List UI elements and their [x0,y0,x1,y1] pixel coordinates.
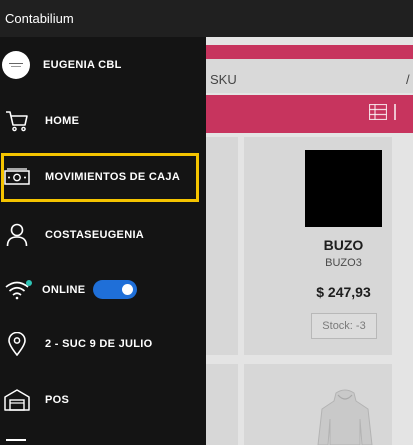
stock-badge[interactable]: Stock: -3 [311,313,377,339]
sidebar-item-user-account[interactable]: COSTASEUGENIA [0,222,206,248]
search-caret-glyph: / [406,72,410,87]
sidebar-item-branch[interactable]: 2 - SUC 9 DE JULIO [0,331,206,357]
product-name: BUZO [323,237,364,253]
location-pin-icon [4,331,30,357]
sidebar-item-home[interactable]: HOME [0,108,206,134]
header-accent-strip [206,45,413,59]
product-image [305,150,382,227]
sidebar-item-label: HOME [45,115,80,127]
product-card[interactable] [206,364,238,445]
store-icon [4,387,30,413]
online-status-dot [26,280,32,286]
cart-icon [4,108,30,134]
partial-icon [6,439,26,445]
online-toggle[interactable] [93,280,137,299]
sidebar-item-label: ONLINE [42,284,86,296]
sidebar-menu: EUGENIA CBL HOME MOVIMIENTOS DE CAJA COS… [0,37,206,445]
product-card[interactable] [206,137,238,355]
search-by-sku-label: SKU [210,72,237,87]
sidebar-item-movimientos[interactable]: MOVIMIENTOS DE CAJA [0,164,206,190]
product-code: BUZO3 [325,257,362,269]
list-view-icon[interactable] [369,104,387,120]
grid-view-icon[interactable] [394,104,408,120]
cash-icon [4,164,30,190]
product-price: $ 247,93 [316,284,371,300]
sidebar-item-label: POS [45,394,70,406]
toggle-knob [122,284,133,295]
window-title: Contabilium [5,11,74,26]
search-bar[interactable] [206,59,413,93]
sidebar-item-partial[interactable] [0,437,206,445]
sidebar-user[interactable]: EUGENIA CBL [0,57,206,73]
sidebar-user-name: EUGENIA CBL [43,59,122,71]
user-icon [4,222,30,248]
sidebar-item-label: 2 - SUC 9 DE JULIO [45,338,153,350]
sidebar-item-label: MOVIMIENTOS DE CAJA [45,171,181,183]
window-title-bar: Contabilium [0,0,413,37]
sidebar-item-pos[interactable]: POS [0,387,206,413]
hoodie-product-image [317,389,373,445]
sidebar-item-label: COSTASEUGENIA [45,229,145,241]
